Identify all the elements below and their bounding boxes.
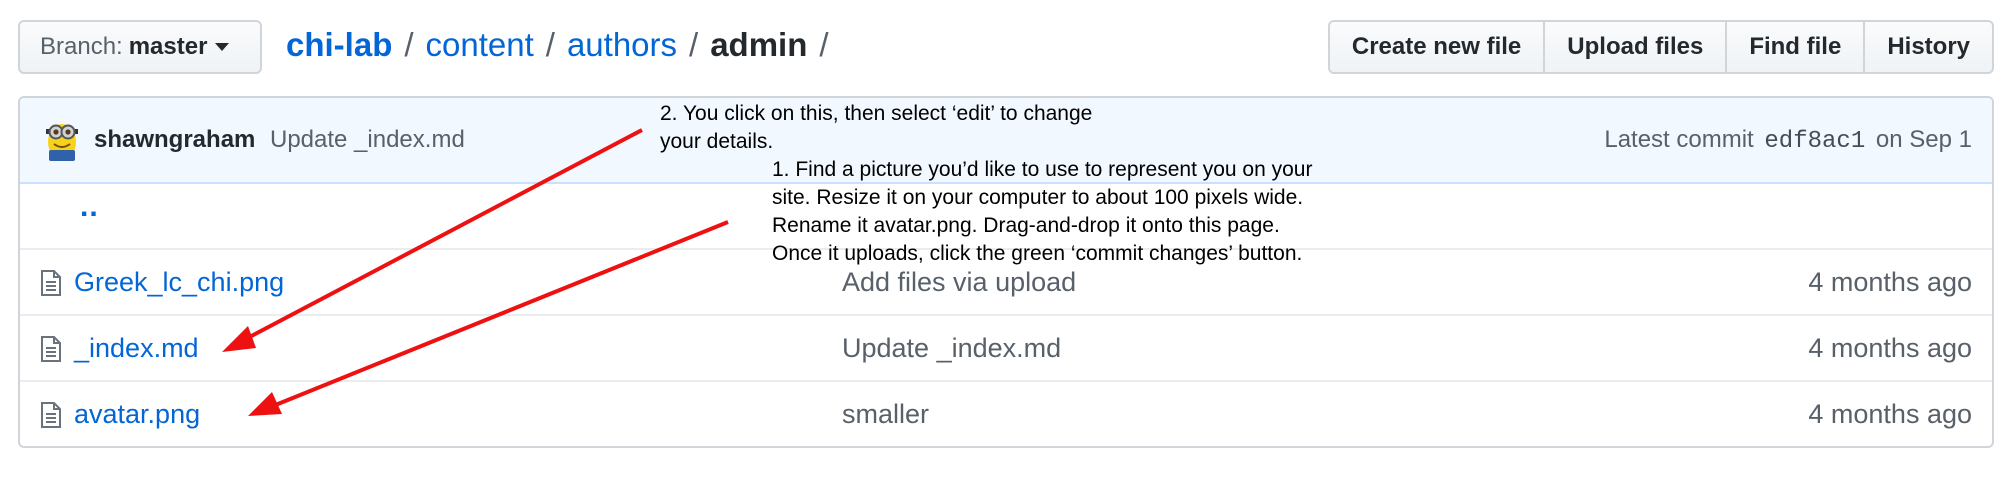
branch-selector-button[interactable]: Branch: master <box>18 20 262 74</box>
table-row: _index.md Update _index.md 4 months ago <box>20 314 1992 380</box>
latest-commit-info: Latest commit edf8ac1 on Sep 1 <box>1604 126 1972 155</box>
top-bar: Branch: master chi-lab / content / autho… <box>18 20 1994 76</box>
annotation-line: Rename it avatar.png. Drag-and-drop it o… <box>772 214 1280 237</box>
file-icon <box>41 270 61 296</box>
file-name-link[interactable]: avatar.png <box>74 399 200 430</box>
file-age: 4 months ago <box>1808 267 1972 297</box>
file-actions-group: Create new file Upload files Find file H… <box>1327 20 1994 74</box>
latest-commit-label: Latest commit <box>1604 126 1754 153</box>
avatar[interactable] <box>40 116 84 162</box>
upload-files-button[interactable]: Upload files <box>1543 20 1728 74</box>
annotation-line: your details. <box>660 130 774 153</box>
create-new-file-button[interactable]: Create new file <box>1327 20 1546 74</box>
branch-label: Branch: <box>40 33 123 60</box>
file-name-link[interactable]: Greek_lc_chi.png <box>74 267 284 298</box>
breadcrumb-content-link[interactable]: content <box>426 26 534 64</box>
parent-directory-link[interactable]: .. <box>80 190 99 224</box>
file-name-link[interactable]: _index.md <box>74 333 199 364</box>
file-icon <box>41 336 61 362</box>
breadcrumb-separator: / <box>404 26 414 63</box>
table-row: avatar.png smaller 4 months ago <box>20 380 1992 446</box>
history-button[interactable]: History <box>1863 20 1994 74</box>
annotation-line: 1. Find a picture you’d like to use to r… <box>772 158 1313 181</box>
annotation-line: 2. You click on this, then select ‘edit’… <box>660 102 1093 125</box>
breadcrumb-authors-link[interactable]: authors <box>567 26 677 64</box>
file-age: 4 months ago <box>1808 333 1972 363</box>
annotation-step-1: 1. Find a picture you’d like to use to r… <box>772 156 1312 268</box>
breadcrumb-separator: / <box>689 26 699 63</box>
file-age: 4 months ago <box>1808 399 1972 429</box>
commit-sha-link[interactable]: edf8ac1 <box>1764 128 1865 155</box>
file-icon <box>41 402 61 428</box>
breadcrumb-separator: / <box>545 26 555 63</box>
caret-down-icon <box>215 43 230 51</box>
commit-message-link[interactable]: Update _index.md <box>270 126 465 154</box>
commit-date: on Sep 1 <box>1875 126 1972 153</box>
breadcrumb-separator: / <box>819 26 829 63</box>
find-file-button[interactable]: Find file <box>1725 20 1866 74</box>
annotation-step-2: 2. You click on this, then select ‘edit’… <box>660 100 1092 156</box>
annotation-line: site. Resize it on your computer to abou… <box>772 186 1304 209</box>
branch-value: master <box>128 33 208 60</box>
breadcrumb-repo-link[interactable]: chi-lab <box>286 26 392 64</box>
file-commit-message[interactable]: smaller <box>842 399 929 430</box>
annotation-line: Once it uploads, click the green ‘commit… <box>772 242 1303 265</box>
commit-author-link[interactable]: shawngraham <box>94 126 255 154</box>
breadcrumb: chi-lab / content / authors / admin / <box>286 26 841 64</box>
file-commit-message[interactable]: Add files via upload <box>842 267 1076 298</box>
breadcrumb-current: admin <box>710 26 808 63</box>
file-commit-message[interactable]: Update _index.md <box>842 333 1061 364</box>
